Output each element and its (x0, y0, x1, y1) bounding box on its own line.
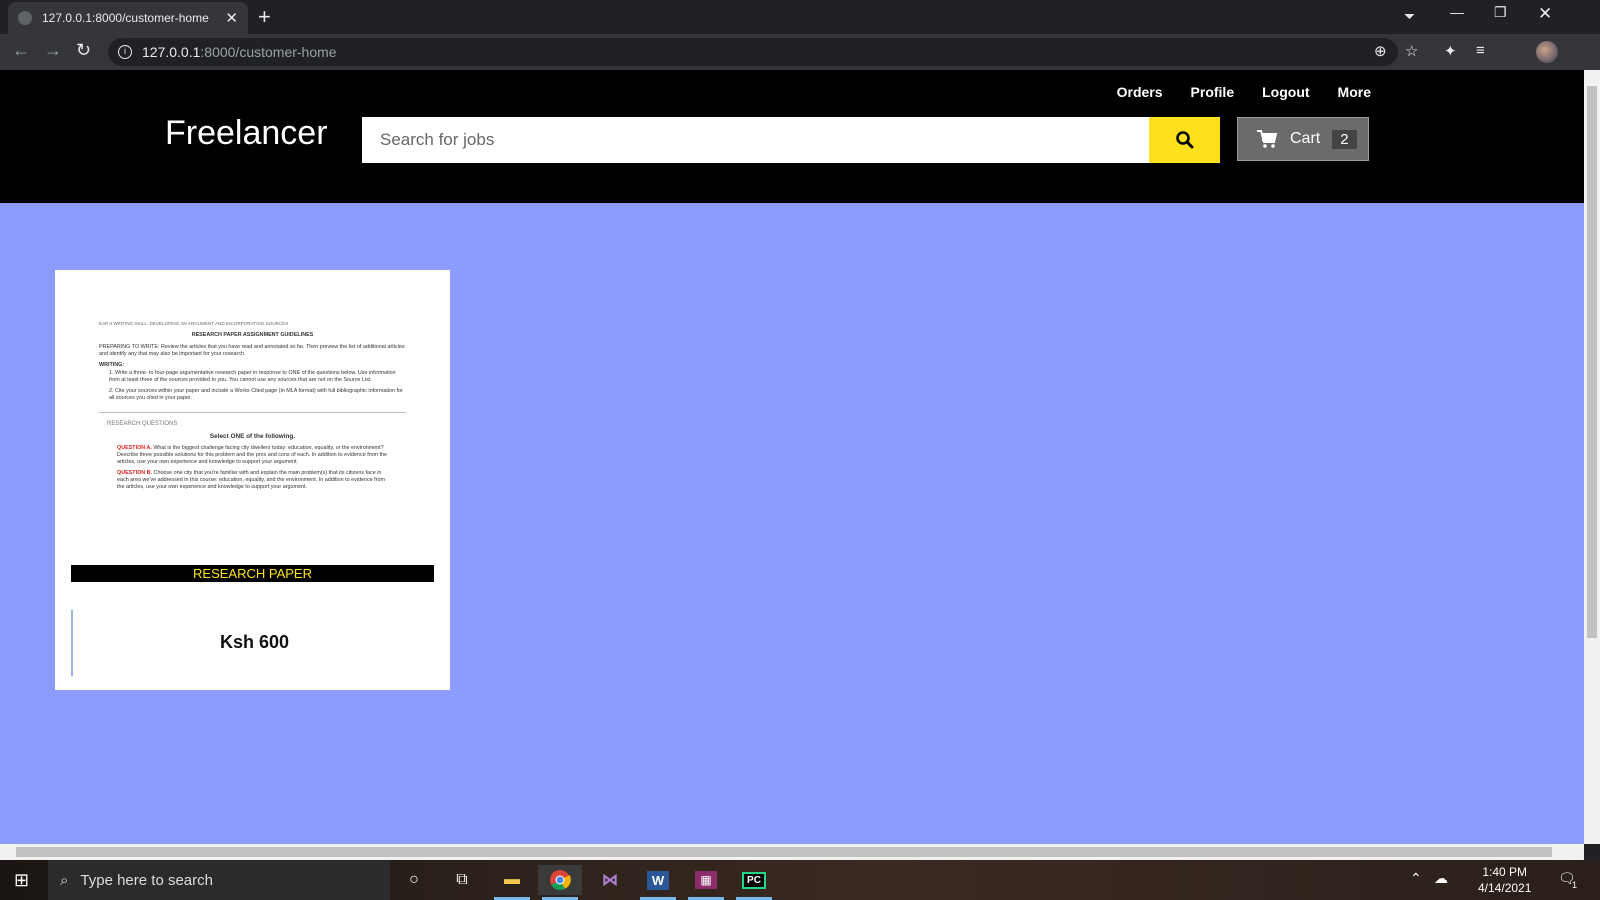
job-card[interactable]: EAP II WRITING SKILL: DEVELOPING AN ARGU… (55, 270, 450, 690)
doc-writing-label: WRITING: (99, 362, 125, 368)
cart-label: Cart (1290, 130, 1321, 147)
top-nav: Orders Profile Logout More (1117, 84, 1371, 100)
chrome-icon[interactable] (538, 865, 582, 900)
doc-question-a: QUESTION A. What is the biggest challeng… (99, 445, 406, 466)
doc-question-b: QUESTION B. Choose one city that you're … (99, 470, 406, 491)
nav-profile[interactable]: Profile (1191, 84, 1235, 100)
winrar-icon[interactable]: ▦ (684, 865, 728, 900)
doc-qa-text: What is the biggest challenge facing cit… (117, 445, 387, 465)
taskbar-search-placeholder: Type here to search (80, 871, 213, 889)
tab-search-icon[interactable]: ⏷ (1404, 8, 1415, 25)
file-explorer-icon[interactable]: ▬ (490, 865, 534, 900)
chrome-logo (550, 870, 571, 891)
doc-rq-label: RESEARCH QUESTIONS (107, 421, 178, 427)
address-bar[interactable]: i 127.0.0.1:8000/customer-home (108, 38, 1398, 66)
nav-logout[interactable]: Logout (1262, 84, 1309, 100)
vertical-scrollbar[interactable] (1584, 70, 1600, 844)
doc-divider (99, 412, 406, 413)
close-tab-icon[interactable]: ✕ (225, 9, 238, 27)
doc-select: Select ONE of the following. (209, 433, 296, 440)
new-tab-icon[interactable]: + (258, 4, 271, 30)
search-button[interactable] (1149, 117, 1220, 163)
onedrive-icon[interactable]: ☁ (1434, 870, 1448, 887)
visual-studio-icon[interactable]: ⋈ (588, 865, 632, 895)
cart-button[interactable]: Cart 2 (1237, 117, 1369, 161)
word-icon[interactable]: W (636, 865, 680, 900)
forward-icon[interactable]: → (44, 40, 62, 61)
task-view-icon[interactable]: ⧉ (440, 865, 484, 895)
back-icon[interactable]: ← (12, 40, 30, 61)
nav-more[interactable]: More (1338, 84, 1371, 100)
site-header: Orders Profile Logout More Freelancer Se… (0, 70, 1584, 203)
doc-item-2: 2. Cite your sources within your paper a… (109, 388, 403, 401)
search-icon (1175, 131, 1193, 149)
globe-icon (18, 11, 32, 25)
extensions-icon[interactable]: ✦ (1444, 42, 1457, 60)
browser-tab[interactable]: 127.0.0.1:8000/customer-home ✕ (8, 2, 248, 34)
cart-icon (1257, 130, 1278, 148)
taskbar-search[interactable]: ⌕ Type here to search (48, 860, 390, 900)
url-host: 127.0.0.1 (142, 44, 201, 60)
doc-title: RESEARCH PAPER ASSIGNMENT GUIDELINES (191, 332, 314, 338)
restore-icon[interactable]: ❐ (1494, 4, 1507, 21)
clock-time: 1:40 PM (1482, 865, 1528, 879)
brand-logo[interactable]: Freelancer (165, 114, 328, 153)
job-document-preview: EAP II WRITING SKILL: DEVELOPING AN ARGU… (71, 310, 434, 565)
profile-avatar[interactable] (1536, 41, 1558, 63)
close-window-icon[interactable]: ✕ (1538, 4, 1552, 24)
clock-date: 4/14/2021 (1478, 881, 1532, 895)
bookmark-star-icon[interactable]: ☆ (1405, 42, 1418, 60)
doc-qa-label: QUESTION A. (117, 445, 152, 451)
cart-count-badge: 2 (1332, 129, 1357, 149)
tab-title: 127.0.0.1:8000/customer-home (42, 11, 209, 25)
browser-toolbar: ← → ↻ i 127.0.0.1:8000/customer-home ⊕ ☆… (0, 34, 1600, 70)
url-path: :8000/customer-home (200, 44, 337, 60)
search-icon: ⌕ (60, 871, 69, 889)
notification-count: 1 (1572, 880, 1578, 890)
windows-taskbar: ⊞ ⌕ Type here to search ○ ⧉ ▬ ⋈ W ▦ PC ⌃… (0, 860, 1600, 900)
minimize-icon[interactable]: — (1450, 4, 1464, 20)
system-clock[interactable]: 1:40 PM 4/14/2021 (1478, 864, 1531, 896)
doc-qb-text: Choose one city that you're familiar wit… (117, 470, 385, 490)
horizontal-scrollbar[interactable] (0, 844, 1584, 860)
zoom-icon[interactable]: ⊕ (1374, 42, 1387, 60)
price-section: Ksh 600 (71, 610, 434, 676)
browser-tabstrip: 127.0.0.1:8000/customer-home ✕ + ⏷ — ❐ ✕ (0, 0, 1600, 34)
show-hidden-icons-icon[interactable]: ⌃ (1410, 870, 1422, 887)
search-input[interactable]: Search for jobs (362, 117, 1149, 163)
media-control-icon[interactable]: ≡ (1476, 42, 1485, 59)
windows-start-icon[interactable]: ⊞ (14, 870, 29, 891)
horizontal-scroll-thumb[interactable] (16, 847, 1552, 857)
job-price: Ksh 600 (219, 632, 290, 652)
doc-prep: PREPARING TO WRITE: Review the articles … (99, 344, 405, 357)
nav-orders[interactable]: Orders (1117, 84, 1163, 100)
doc-header: EAP II WRITING SKILL: DEVELOPING AN ARGU… (99, 321, 289, 326)
reload-icon[interactable]: ↻ (76, 40, 91, 61)
info-icon[interactable]: i (118, 45, 132, 59)
doc-item-1: 1. Write a three- to four-page argumenta… (109, 370, 396, 383)
pycharm-icon[interactable]: PC (732, 865, 776, 900)
vertical-scroll-thumb[interactable] (1587, 86, 1597, 638)
page-viewport: Orders Profile Logout More Freelancer Se… (0, 70, 1584, 844)
doc-qb-label: QUESTION B. (117, 470, 153, 476)
job-category-banner: RESEARCH PAPER (71, 565, 434, 582)
cortana-icon[interactable]: ○ (392, 865, 436, 895)
